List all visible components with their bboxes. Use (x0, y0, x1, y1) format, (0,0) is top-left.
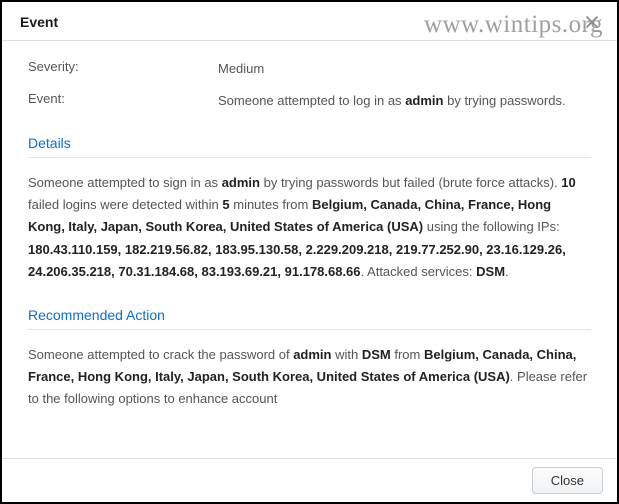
event-dialog: www.wintips.org Event Severity: Medium E… (0, 0, 619, 504)
close-button[interactable]: Close (532, 467, 603, 494)
rec-t2: with (332, 347, 362, 362)
details-divider (28, 157, 591, 158)
recommended-divider (28, 329, 591, 330)
dialog-body: Severity: Medium Event: Someone attempte… (2, 41, 617, 458)
severity-value: Medium (218, 59, 264, 79)
recommended-heading: Recommended Action (28, 307, 591, 323)
severity-row: Severity: Medium (28, 59, 591, 79)
dialog-header: Event (2, 2, 617, 41)
rec-service: DSM (362, 347, 391, 362)
details-service: DSM (476, 264, 505, 279)
details-t5: using the following IPs: (423, 219, 560, 234)
details-t7: . (505, 264, 509, 279)
rec-t3: from (391, 347, 424, 362)
details-heading: Details (28, 135, 591, 151)
details-t2: by trying passwords but failed (brute fo… (260, 175, 561, 190)
details-t4: minutes from (230, 197, 312, 212)
close-icon[interactable] (585, 15, 599, 29)
event-label: Event: (28, 91, 218, 111)
details-t6: . Attacked services: (361, 264, 477, 279)
details-failed-count: 10 (561, 175, 575, 190)
dialog-title: Event (20, 14, 58, 30)
rec-user: admin (293, 347, 331, 362)
details-user: admin (222, 175, 260, 190)
details-paragraph: Someone attempted to sign in as admin by… (28, 172, 591, 282)
event-text-post: by trying passwords. (443, 93, 565, 108)
severity-label: Severity: (28, 59, 218, 79)
details-t1: Someone attempted to sign in as (28, 175, 222, 190)
rec-t1: Someone attempted to crack the password … (28, 347, 293, 362)
event-text-pre: Someone attempted to log in as (218, 93, 405, 108)
event-user: admin (405, 93, 443, 108)
dialog-footer: Close (2, 458, 617, 502)
details-t3: failed logins were detected within (28, 197, 222, 212)
event-value: Someone attempted to log in as admin by … (218, 91, 566, 111)
details-minutes: 5 (222, 197, 229, 212)
event-row: Event: Someone attempted to log in as ad… (28, 91, 591, 111)
recommended-paragraph: Someone attempted to crack the password … (28, 344, 591, 410)
